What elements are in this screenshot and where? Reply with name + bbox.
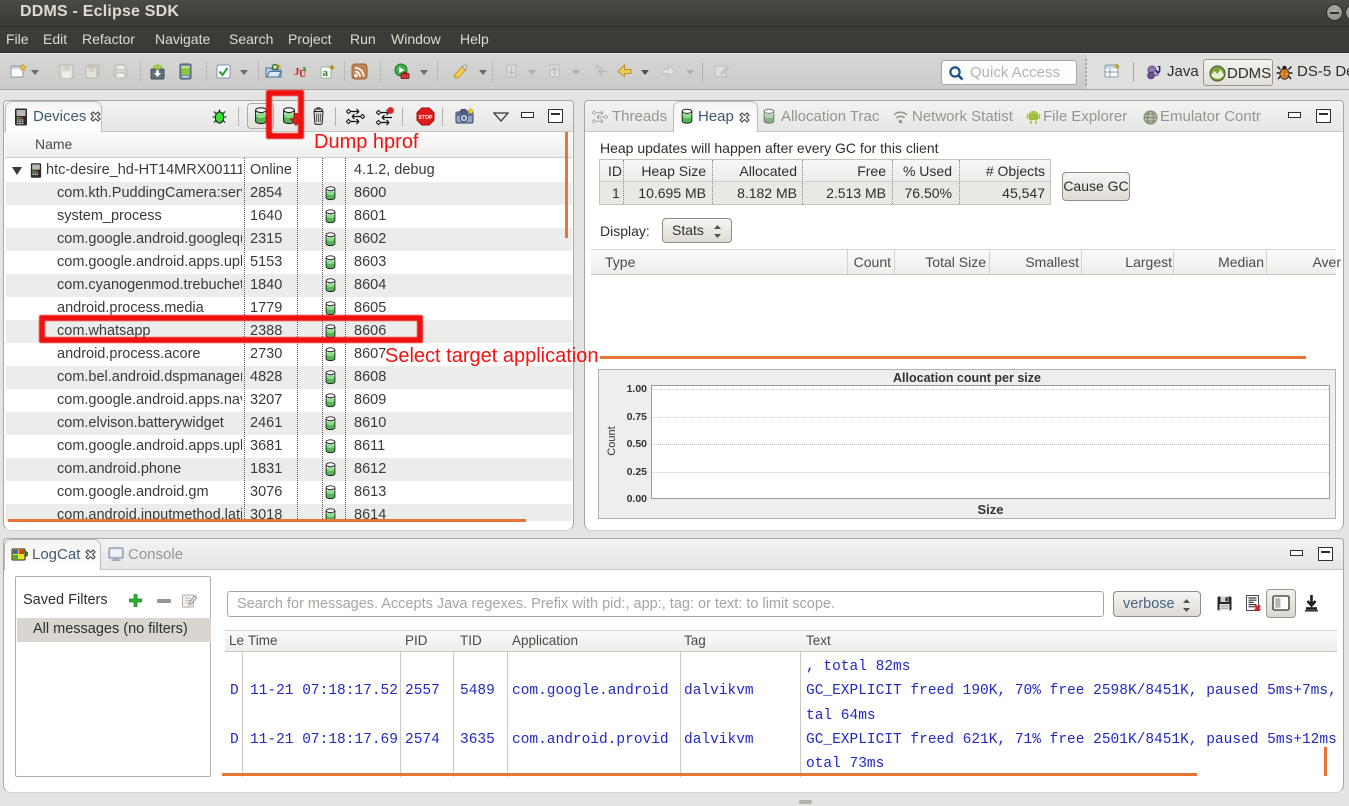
svg-text:a: a bbox=[302, 64, 306, 73]
svg-text:J: J bbox=[1156, 65, 1162, 76]
svg-text:STOP: STOP bbox=[418, 115, 433, 121]
svg-text:a: a bbox=[323, 67, 329, 79]
